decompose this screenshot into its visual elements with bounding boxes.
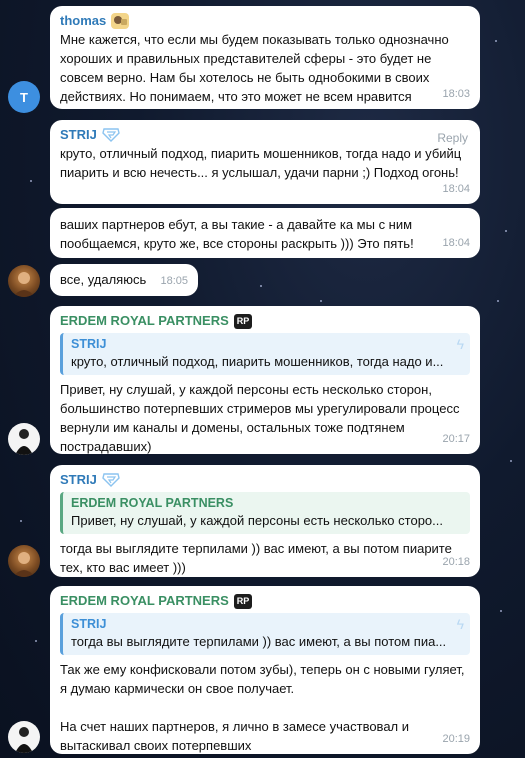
avatar-image (13, 272, 35, 297)
message-bubble[interactable]: ваших партнеров ебут, а вы такие - а дав… (50, 208, 480, 258)
message-text: Привет, ну слушай, у каждой персоны есть… (60, 382, 464, 454)
sender-name[interactable]: STRIJ (60, 126, 470, 144)
message-bubble-thomas[interactable]: thomas Мне кажется, что если мы будем по… (50, 6, 480, 109)
message-time: 18:03 (442, 88, 470, 100)
quote-text: тогда вы выглядите терпилами )) вас имею… (71, 634, 447, 649)
message-text: круто, отличный подход, пиарить мошенник… (60, 146, 465, 180)
sender-name[interactable]: STRIJ (60, 471, 470, 489)
lightning-bolt-icon: ϟ (456, 616, 464, 632)
quoted-message[interactable]: ERDEM ROYAL PARTNERS Привет, ну слушай, … (60, 492, 470, 534)
message-time: 18:05 (160, 275, 188, 287)
message-time: 18:04 (442, 183, 470, 195)
avatar-thomas[interactable]: T (8, 81, 40, 113)
superman-shield-icon (102, 128, 120, 142)
sender-name[interactable]: ERDEM ROYAL PARTNERS RP (60, 592, 470, 610)
avatar-erdem[interactable] (8, 423, 40, 455)
avatar-letter: T (20, 89, 28, 105)
reply-button[interactable]: Reply (437, 129, 468, 148)
quote-sender: ERDEM ROYAL PARTNERS (71, 496, 234, 510)
rp-badge-icon: RP (233, 593, 253, 609)
sticker-emoji-icon (111, 13, 130, 29)
message-bubble-strij[interactable]: STRIJ ERDEM ROYAL PARTNERS Привет, ну сл… (50, 465, 480, 577)
sender-name[interactable]: thomas (60, 12, 470, 30)
quoted-message[interactable]: STRIJ круто, отличный подход, пиарить мо… (60, 333, 470, 375)
rp-badge-icon: RP (233, 313, 253, 329)
superman-shield-icon (102, 473, 120, 487)
quote-text: круто, отличный подход, пиарить мошенник… (71, 354, 444, 369)
message-text: Так же ему конфисковали потом зубы), теп… (60, 662, 465, 753)
avatar-image (15, 429, 33, 455)
message-bubble-erdem[interactable]: ERDEM ROYAL PARTNERS RP STRIJ тогда вы в… (50, 586, 480, 754)
message-text: тогда вы выглядите терпилами )) вас имею… (60, 541, 456, 575)
sender-name[interactable]: ERDEM ROYAL PARTNERS RP (60, 312, 470, 330)
message-time: 18:04 (442, 237, 470, 249)
avatar-strij[interactable] (8, 545, 40, 577)
lightning-bolt-icon: ϟ (456, 336, 464, 352)
message-bubble-strij[interactable]: STRIJ Reply круто, отличный подход, пиар… (50, 120, 480, 204)
message-text: Мне кажется, что если мы будем показыват… (60, 32, 453, 104)
avatar-image (13, 552, 35, 577)
quoted-message[interactable]: STRIJ тогда вы выглядите терпилами )) ва… (60, 613, 470, 655)
avatar-strij[interactable] (8, 265, 40, 297)
message-time: 20:18 (442, 556, 470, 568)
message-bubble[interactable]: все, удаляюсь 18:05 (50, 264, 198, 296)
quote-text: Привет, ну слушай, у каждой персоны есть… (71, 513, 443, 528)
avatar-erdem[interactable] (8, 721, 40, 753)
quote-sender: STRIJ (71, 617, 107, 631)
message-time: 20:19 (442, 733, 470, 745)
quote-sender: STRIJ (71, 337, 107, 351)
message-text: ваших партнеров ебут, а вы такие - а дав… (60, 217, 416, 251)
message-time: 20:17 (442, 433, 470, 445)
avatar-image (15, 727, 33, 753)
message-bubble-erdem[interactable]: ERDEM ROYAL PARTNERS RP STRIJ круто, отл… (50, 306, 480, 454)
